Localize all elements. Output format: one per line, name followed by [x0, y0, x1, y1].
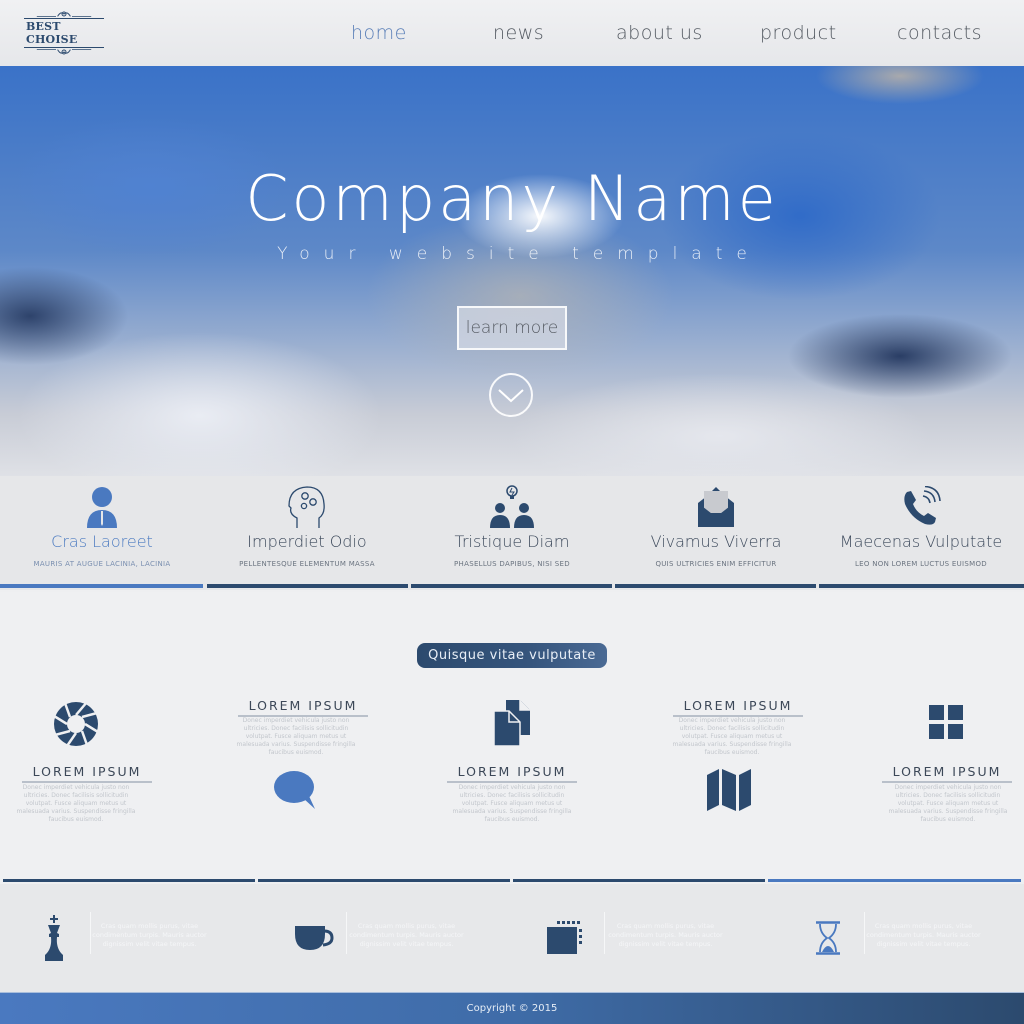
highlight-text: Cras quam mollis purus, vitae condimentu…	[866, 922, 981, 948]
grid-icon	[929, 705, 963, 739]
feature-subtitle: QUIS ULTRICIES ENIM EFFICITUR	[655, 560, 777, 568]
feature-subtitle: LEO NON LOREM LUCTUS EUISMOD	[854, 560, 987, 568]
feature-title: Maecenas Vulputate	[839, 532, 1003, 551]
section-divider-bar	[3, 879, 255, 882]
hero-title: Company Name	[245, 162, 779, 235]
chess-king-icon	[45, 915, 63, 961]
highlight-icon-wrap	[292, 914, 336, 962]
aperture-icon	[53, 701, 99, 747]
logo-ornament-top-icon	[36, 11, 92, 17]
feature-indicator-bar	[207, 584, 408, 588]
phone-ringing-icon	[904, 486, 941, 525]
scroll-down-button[interactable]	[489, 373, 533, 417]
cup-icon	[295, 926, 334, 950]
card-title: LOREM IPSUM	[673, 698, 803, 717]
nav-about-us[interactable]: about us	[616, 22, 703, 44]
card-icon-wrap	[52, 700, 100, 748]
features-row: Cras Laoreet MAURIS AT AUGUE LACINIA, LA…	[0, 476, 1024, 590]
chevron-down-icon	[498, 389, 524, 403]
card-body: Donec imperdiet vehicula justo non ultri…	[672, 717, 792, 756]
envelope-open-icon	[698, 487, 734, 527]
section-pill-label[interactable]: Quisque vitae vulputate	[417, 643, 607, 668]
feature-indicator-bar	[0, 584, 203, 588]
feature-item[interactable]: Vivamus Viverra QUIS ULTRICIES ENIM EFFI…	[616, 476, 816, 590]
section-divider-bar	[258, 879, 510, 882]
feature-title: Vivamus Viverra	[650, 532, 782, 551]
hero-subtitle: Your website template	[277, 244, 761, 264]
feature-item[interactable]: Cras Laoreet MAURIS AT AUGUE LACINIA, LA…	[2, 476, 202, 590]
learn-more-button[interactable]: learn more	[457, 306, 567, 350]
map-icon	[707, 769, 751, 811]
speech-bubble-icon	[274, 771, 315, 809]
nav-home[interactable]: home	[351, 22, 407, 44]
highlight-icon-wrap	[34, 914, 74, 962]
section-divider-bar	[513, 879, 765, 882]
highlight-icon-wrap	[544, 914, 586, 962]
feature-item[interactable]: Imperdiet Odio PELLENTESQUE ELEMENTUM MA…	[207, 476, 407, 590]
separator	[604, 912, 605, 954]
card-icon-wrap	[488, 698, 536, 748]
feature-indicator-bar	[819, 584, 1024, 588]
card-title: LOREM IPSUM	[238, 698, 368, 717]
separator	[90, 912, 91, 954]
nav-contacts[interactable]: contacts	[897, 22, 982, 44]
card-title: LOREM IPSUM	[447, 764, 577, 783]
card-icon-wrap	[704, 766, 754, 812]
feature-title: Imperdiet Odio	[247, 532, 367, 551]
feature-indicator-bar	[615, 584, 816, 588]
separator	[346, 912, 347, 954]
feature-item[interactable]: Tristique Diam PHASELLUS DAPIBUS, NISI S…	[412, 476, 612, 590]
site-header: BEST CHOISE home news about us product c…	[0, 0, 1024, 66]
card-title: LOREM IPSUM	[22, 764, 152, 783]
nav-news[interactable]: news	[493, 22, 544, 44]
card-body: Donec imperdiet vehicula justo non ultri…	[888, 784, 1008, 823]
feature-title: Cras Laoreet	[51, 532, 153, 551]
chip-icon	[547, 921, 582, 954]
highlight-icon-wrap	[808, 914, 848, 962]
feature-subtitle: PELLENTESQUE ELEMENTUM MASSA	[239, 560, 375, 568]
head-gears-icon	[288, 486, 325, 528]
user-icon	[87, 487, 117, 528]
site-footer: Copyright © 2015	[0, 992, 1024, 1024]
card-title: LOREM IPSUM	[882, 764, 1012, 783]
card-body: Donec imperdiet vehicula justo non ultri…	[236, 717, 356, 756]
documents-icon	[493, 700, 530, 747]
nav-product[interactable]: product	[760, 22, 837, 44]
main-nav: home news about us product contacts	[0, 18, 1024, 50]
separator	[864, 912, 865, 954]
card-body: Donec imperdiet vehicula justo non ultri…	[452, 784, 572, 823]
card-body: Donec imperdiet vehicula justo non ultri…	[16, 784, 136, 823]
hero-banner: Company Name Your website template learn…	[0, 66, 1024, 476]
highlight-text: Cras quam mollis purus, vitae condimentu…	[349, 922, 464, 948]
highlight-text: Cras quam mollis purus, vitae condimentu…	[608, 922, 723, 948]
card-icon-wrap	[270, 768, 320, 812]
section-divider-bar	[768, 879, 1021, 882]
services-section: Quisque vitae vulputate LOREM IPSUM Done…	[0, 592, 1024, 882]
feature-subtitle: MAURIS AT AUGUE LACINIA, LACINIA	[33, 560, 171, 568]
card-icon-wrap	[926, 702, 966, 742]
hourglass-icon	[816, 921, 840, 955]
team-idea-icon	[490, 485, 534, 528]
feature-title: Tristique Diam	[454, 532, 570, 551]
highlight-text: Cras quam mollis purus, vitae condimentu…	[92, 922, 207, 948]
copyright-text: Copyright © 2015	[466, 1003, 558, 1014]
highlights-section: Cras quam mollis purus, vitae condimentu…	[0, 884, 1024, 992]
feature-subtitle: PHASELLUS DAPIBUS, NISI SED	[454, 560, 570, 568]
feature-item[interactable]: Maecenas Vulputate LEO NON LOREM LUCTUS …	[821, 476, 1021, 590]
feature-indicator-bar	[411, 584, 612, 588]
